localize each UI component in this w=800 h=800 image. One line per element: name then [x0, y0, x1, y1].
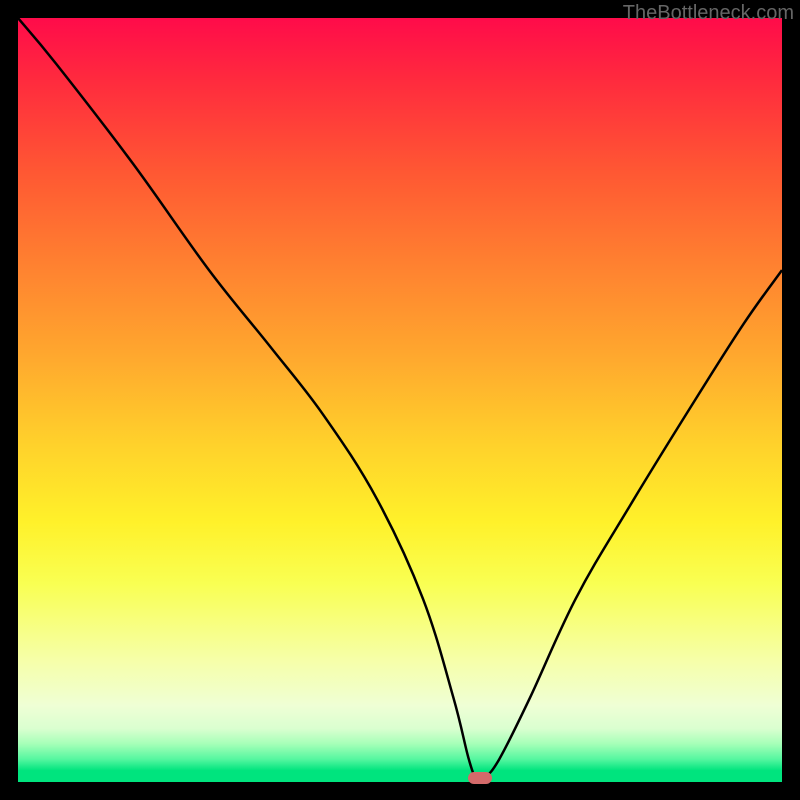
- watermark-text: TheBottleneck.com: [623, 2, 794, 25]
- bottleneck-curve-line: [18, 18, 782, 781]
- optimum-marker: [468, 772, 492, 784]
- chart-plot-area: [18, 18, 782, 782]
- bottleneck-curve-svg: [18, 18, 782, 782]
